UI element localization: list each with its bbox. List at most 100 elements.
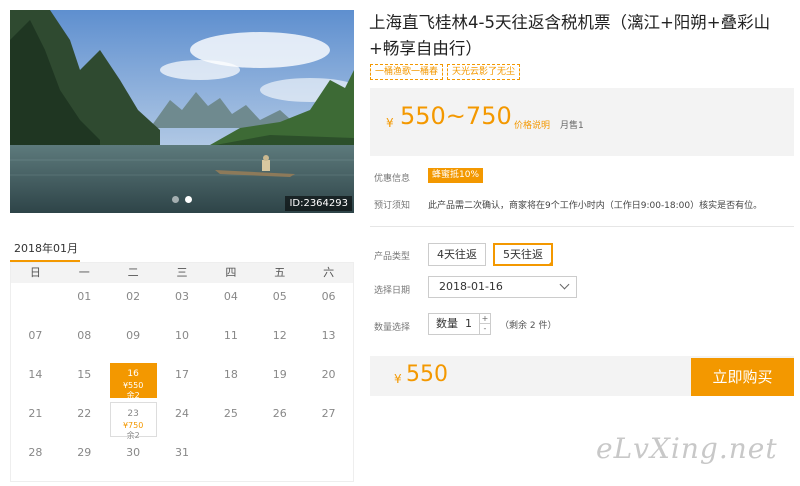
carousel-dot[interactable]: [172, 196, 179, 203]
weekday-label: 日: [29, 266, 41, 279]
notice-text: 此产品需二次确认，商家将在9个工作小时内（工作日9:00-18:00）核实是否有…: [428, 201, 763, 211]
type-label: 产品类型: [374, 252, 411, 262]
calendar-day-number: 25: [223, 407, 238, 420]
calendar-day[interactable]: 12: [255, 322, 304, 361]
product-tag: 天光云影了无尘: [447, 64, 521, 80]
calendar-day-number: 07: [28, 329, 43, 342]
calendar-day-number: 12: [272, 329, 287, 342]
calendar-day[interactable]: 25: [206, 400, 255, 439]
landscape-illustration: [10, 10, 354, 213]
calendar-day-number: 24: [174, 407, 189, 420]
buy-now-button[interactable]: 立即购买: [691, 358, 794, 396]
price-range: 550~750: [400, 102, 512, 130]
calendar-day-number: 15: [77, 368, 92, 381]
total-amount: 550: [406, 362, 448, 387]
section-divider: [370, 226, 794, 227]
calendar-day[interactable]: 15: [60, 361, 109, 400]
calendar-day-number: 28: [28, 446, 43, 459]
calendar-day[interactable]: 19: [255, 361, 304, 400]
calendar-month-tab[interactable]: 2018年01月: [14, 240, 78, 256]
promo-label: 优惠信息: [374, 174, 411, 184]
calendar-day[interactable]: 16 ¥550 余2: [109, 363, 157, 400]
calendar-day-number: 06: [321, 290, 336, 303]
calendar-day-number: 08: [77, 329, 92, 342]
calendar-day[interactable]: 31: [158, 439, 207, 478]
calendar-day-number: 23: [127, 409, 139, 419]
price-panel: ¥ 550~750 价格说明 月售1: [370, 88, 794, 156]
calendar-day[interactable]: 13: [304, 322, 353, 361]
weekday-label: 二: [127, 266, 139, 279]
calendar-day-number: 01: [77, 290, 92, 303]
calendar-day-number: 05: [272, 290, 287, 303]
calendar-day[interactable]: 09: [109, 322, 158, 361]
weekday-label: 四: [225, 266, 237, 279]
qty-decrement-button[interactable]: -: [479, 324, 490, 334]
calendar-day: [304, 439, 353, 478]
calendar-day-remaining: 余2: [126, 391, 140, 400]
calendar-day-number: 13: [321, 329, 336, 342]
date-select-value: 2018-01-16: [439, 280, 503, 293]
calendar-day[interactable]: 04: [206, 283, 255, 322]
price-note-link[interactable]: 价格说明: [514, 118, 550, 131]
date-label: 选择日期: [374, 286, 411, 296]
total-currency: ¥: [394, 372, 402, 386]
calendar-day-number: 04: [223, 290, 238, 303]
calendar-day[interactable]: 29: [60, 439, 109, 478]
quantity-stepper[interactable]: 数量 1 + -: [428, 313, 491, 335]
calendar-day-number: 21: [28, 407, 43, 420]
calendar-day[interactable]: 18: [206, 361, 255, 400]
calendar-day-number: 27: [321, 407, 336, 420]
calendar-day-number: 26: [272, 407, 287, 420]
remaining-stock: （剩余 2 件）: [500, 321, 557, 331]
calendar-day-number: 17: [174, 368, 189, 381]
calendar-day[interactable]: 01: [60, 283, 109, 322]
product-tag: 一桶渔歌一桶春: [370, 64, 444, 80]
product-tags: 一桶渔歌一桶春 天光云影了无尘: [370, 64, 521, 80]
calendar-day-number: 11: [223, 329, 238, 342]
calendar-day-price: ¥750: [122, 421, 144, 430]
calendar-day-number: 30: [126, 446, 141, 459]
qty-value[interactable]: 1: [465, 314, 472, 334]
calendar-day-number: 16: [127, 369, 139, 379]
calendar-day[interactable]: 21: [11, 400, 60, 439]
calendar-days-grid: 01 02 03 04 05 06 07 08 09 10 11 12 13 14 15 16 ¥550 余2 17…: [11, 283, 353, 478]
calendar-day-number: 03: [174, 290, 189, 303]
calendar-day-number: 19: [272, 368, 287, 381]
calendar-day[interactable]: 23 ¥750 余2: [109, 402, 157, 440]
monthly-sales: 月售1: [560, 121, 584, 131]
calendar-day[interactable]: 11: [206, 322, 255, 361]
calendar-day[interactable]: 14: [11, 361, 60, 400]
calendar-day: [255, 439, 304, 478]
qty-label: 数量选择: [374, 323, 411, 333]
notice-label: 预订须知: [374, 201, 411, 211]
qty-prefix: 数量: [436, 317, 458, 330]
calendar-day[interactable]: 07: [11, 322, 60, 361]
calendar-day[interactable]: 02: [109, 283, 158, 322]
calendar-weekday-header: 日 一 二 三 四 五 六: [11, 263, 353, 283]
calendar-day[interactable]: 20: [304, 361, 353, 400]
calendar-day[interactable]: 08: [60, 322, 109, 361]
calendar-day[interactable]: 10: [158, 322, 207, 361]
calendar-day[interactable]: 28: [11, 439, 60, 478]
weekday-label: 六: [323, 266, 335, 279]
calendar-day-number: 02: [126, 290, 141, 303]
calendar-day[interactable]: 30: [109, 439, 158, 478]
type-option-4-day[interactable]: 4天往返: [428, 243, 486, 266]
calendar-day[interactable]: 26: [255, 400, 304, 439]
date-select[interactable]: 2018-01-16: [428, 276, 577, 298]
promo-badge: 蜂蜜抵10%: [428, 168, 484, 183]
calendar-day[interactable]: 05: [255, 283, 304, 322]
calendar-day[interactable]: 27: [304, 400, 353, 439]
calendar-day[interactable]: 03: [158, 283, 207, 322]
product-title: 上海直飞桂林4-5天往返含税机票（漓江+阳朔+叠彩山+畅享自由行）: [369, 13, 771, 58]
calendar-day[interactable]: 22: [60, 400, 109, 439]
calendar-day[interactable]: 17: [158, 361, 207, 400]
carousel-dot-active[interactable]: [185, 196, 192, 203]
carousel-dots[interactable]: [172, 196, 192, 203]
calendar-day[interactable]: 06: [304, 283, 353, 322]
calendar-day[interactable]: 24: [158, 400, 207, 439]
qty-increment-button[interactable]: +: [479, 314, 490, 324]
photo-id-badge: ID:2364293: [285, 196, 352, 211]
type-option-5-day[interactable]: 5天往返: [493, 243, 553, 266]
calendar-day-number: 22: [77, 407, 92, 420]
